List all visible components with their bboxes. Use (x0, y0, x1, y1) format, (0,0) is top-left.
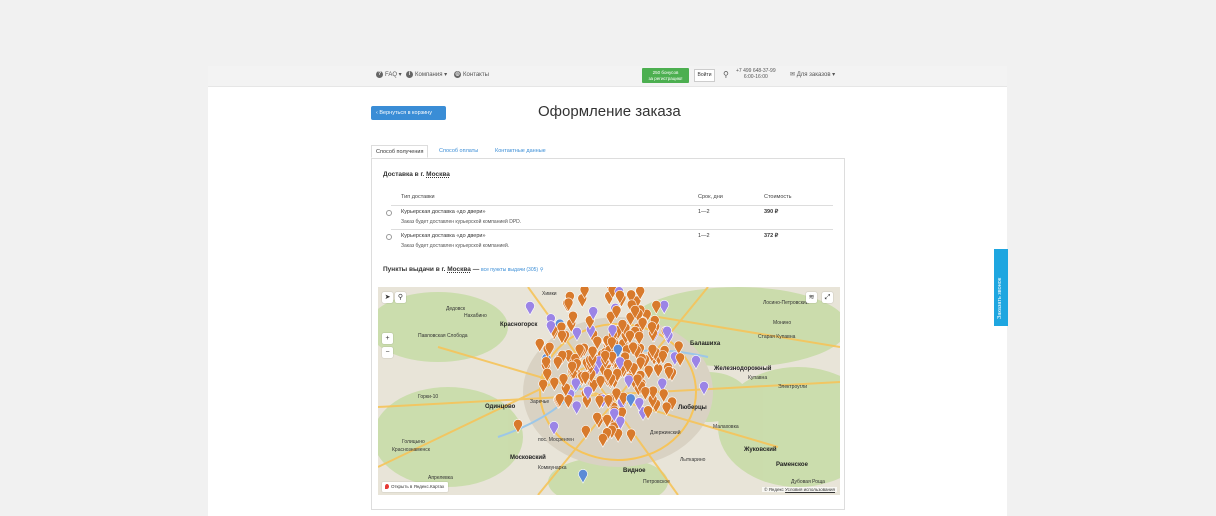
page-title: Оформление заказа (538, 103, 681, 120)
map-label: Старая Купавна (758, 334, 796, 340)
zoom-out-icon[interactable]: − (382, 347, 393, 358)
map-label: Нахабино (464, 313, 487, 319)
open-in-yandex-maps-link[interactable]: Открыть в Яндекс.Картах (382, 482, 449, 492)
delivery-city-link[interactable]: Москва (426, 171, 450, 178)
map-label: Дедовск (446, 306, 466, 312)
tab-payment-method[interactable]: Способ оплаты (435, 145, 482, 158)
delivery-radio[interactable] (386, 234, 392, 240)
map-label: Дубовая Роща (791, 479, 825, 485)
pickup-dash: — (472, 266, 480, 273)
tab-delivery-method[interactable]: Способ получения (371, 145, 429, 158)
copyright-label: © Яндекс (764, 487, 784, 492)
map-label: пос. Мосренген (538, 437, 574, 443)
row-divider (391, 229, 833, 230)
map-label: Электроугли (778, 384, 808, 390)
map-label: Заречье (530, 399, 550, 405)
col-delivery-type: Тип доставки (401, 194, 435, 200)
delivery-days: 1—2 (698, 233, 710, 239)
map-label: Химки (542, 291, 557, 297)
question-icon: ? (376, 70, 383, 78)
login-button[interactable]: Войти (694, 69, 715, 82)
bonus-line-2: за регистрацию! (648, 75, 683, 81)
delivery-radio[interactable] (386, 210, 392, 216)
delivery-title: Доставка в г. Москва (383, 171, 450, 178)
map-label: Монино (773, 320, 792, 326)
map-label: Раменское (776, 462, 808, 468)
map-canvas[interactable] (378, 287, 840, 495)
globe-icon: ◎ (454, 70, 461, 78)
delivery-name: Курьерская доставка «до двери» (401, 233, 486, 239)
faq-label: FAQ (385, 72, 398, 78)
map-label: Апрелевка (428, 475, 453, 481)
phone-block: +7 499 648-37-99 6:00-16:00 (736, 68, 776, 80)
contacts-link[interactable]: ◎ Контакты (454, 70, 489, 80)
tab-contact-details[interactable]: Контактные данные (491, 145, 550, 158)
top-bar: ? FAQ ▾ i Компания ▾ ◎ Контакты 250 бонусов… (208, 66, 1007, 87)
map-label: Одинцово (485, 404, 516, 410)
delivery-row[interactable]: Курьерская доставка «до двери» Заказ буд… (383, 231, 833, 253)
layers-icon[interactable]: ≋ (806, 292, 817, 303)
route-icon[interactable]: ➤ (382, 292, 393, 303)
map-label: Лосино-Петровский (763, 300, 809, 306)
back-to-cart-button[interactable]: ‹ Вернуться в корзину (371, 106, 446, 120)
delivery-panel: Доставка в г. Москва Тип доставки Срок, … (371, 158, 845, 510)
map-label: Петровское (643, 479, 670, 485)
map-label: Жуковский (744, 447, 777, 453)
delivery-cost: 390 ₽ (764, 209, 779, 215)
yandex-pin-icon (385, 484, 389, 490)
map-label: Железнодорожный (714, 366, 772, 372)
table-header-divider (391, 205, 833, 206)
col-cost: Стоимость (764, 194, 792, 200)
map-label: Красногорск (500, 322, 538, 328)
map-label: Видное (623, 468, 646, 474)
orders-menu[interactable]: ✉ Для заказов ▾ (790, 70, 835, 80)
delivery-name: Курьерская доставка «до двери» (401, 209, 486, 215)
delivery-desc: Заказ будет доставлен курьерской компани… (401, 219, 522, 225)
delivery-cost: 372 ₽ (764, 233, 779, 239)
map-label: Балашиха (690, 341, 721, 347)
search-icon[interactable]: ⚲ (395, 292, 406, 303)
work-hours: 6:00-16:00 (743, 74, 768, 80)
pin-icon: ⚲ (539, 267, 544, 273)
request-call-button[interactable]: Заказать звонок (994, 249, 1008, 326)
delivery-desc: Заказ будет доставлен курьерской компани… (401, 243, 510, 249)
pickup-city-link[interactable]: Москва (447, 266, 471, 273)
map-label: Люберцы (678, 405, 707, 411)
info-icon: i (406, 70, 413, 78)
company-label: Компания (415, 72, 443, 78)
page: ? FAQ ▾ i Компания ▾ ◎ Контакты 250 бонусов… (208, 66, 1007, 516)
delivery-row[interactable]: Курьерская доставка «до двери» Заказ буд… (383, 207, 833, 229)
company-menu[interactable]: i Компания ▾ (406, 70, 447, 80)
pickup-map[interactable]: Химки Лосино-Петровский Дедовск Нахабино… (378, 287, 840, 495)
terms-of-use-link[interactable]: Условия использования (785, 487, 835, 492)
request-call-label: Заказать звонок (997, 277, 1003, 319)
contacts-label: Контакты (463, 72, 489, 78)
map-label: Голицыно (402, 439, 425, 445)
map-label: Малаховка (713, 424, 739, 430)
map-copyright: © Яндекс Условия использования (762, 487, 837, 492)
all-pickup-points-link[interactable]: все пункты выдачи (305) (481, 267, 538, 273)
map-label: Московский (510, 455, 546, 461)
map-label: Павловская Слобода (418, 333, 468, 339)
map-label: Краснознаменск (392, 447, 430, 453)
col-days: Срок, дни (698, 194, 723, 200)
pickup-title: Пункты выдачи в г. Москва — все пункты в… (383, 266, 544, 273)
zoom-in-icon[interactable]: + (382, 333, 393, 344)
faq-menu[interactable]: ? FAQ ▾ (376, 70, 402, 80)
map-label: Купавна (748, 375, 768, 381)
delivery-days: 1—2 (698, 209, 710, 215)
fullscreen-icon[interactable]: ⤢ (822, 292, 833, 303)
mail-icon: ✉ (790, 72, 796, 78)
open-in-yandex-maps-label: Открыть в Яндекс.Картах (391, 484, 445, 489)
map-label: Дзержинский (650, 430, 681, 436)
orders-label: Для заказов (796, 72, 831, 78)
back-to-cart-label: Вернуться в корзину (379, 110, 432, 116)
delivery-title-prefix: Доставка в г. (383, 171, 425, 178)
map-label: Лыткарино (680, 457, 706, 463)
pickup-title-prefix: Пункты выдачи в г. (383, 266, 446, 273)
map-label: Коммунарка (538, 465, 567, 471)
registration-bonus-button[interactable]: 250 бонусов за регистрацию! (642, 68, 689, 83)
location-pin-icon[interactable]: ⚲ (723, 71, 729, 79)
map-label: Горки-10 (418, 394, 439, 400)
